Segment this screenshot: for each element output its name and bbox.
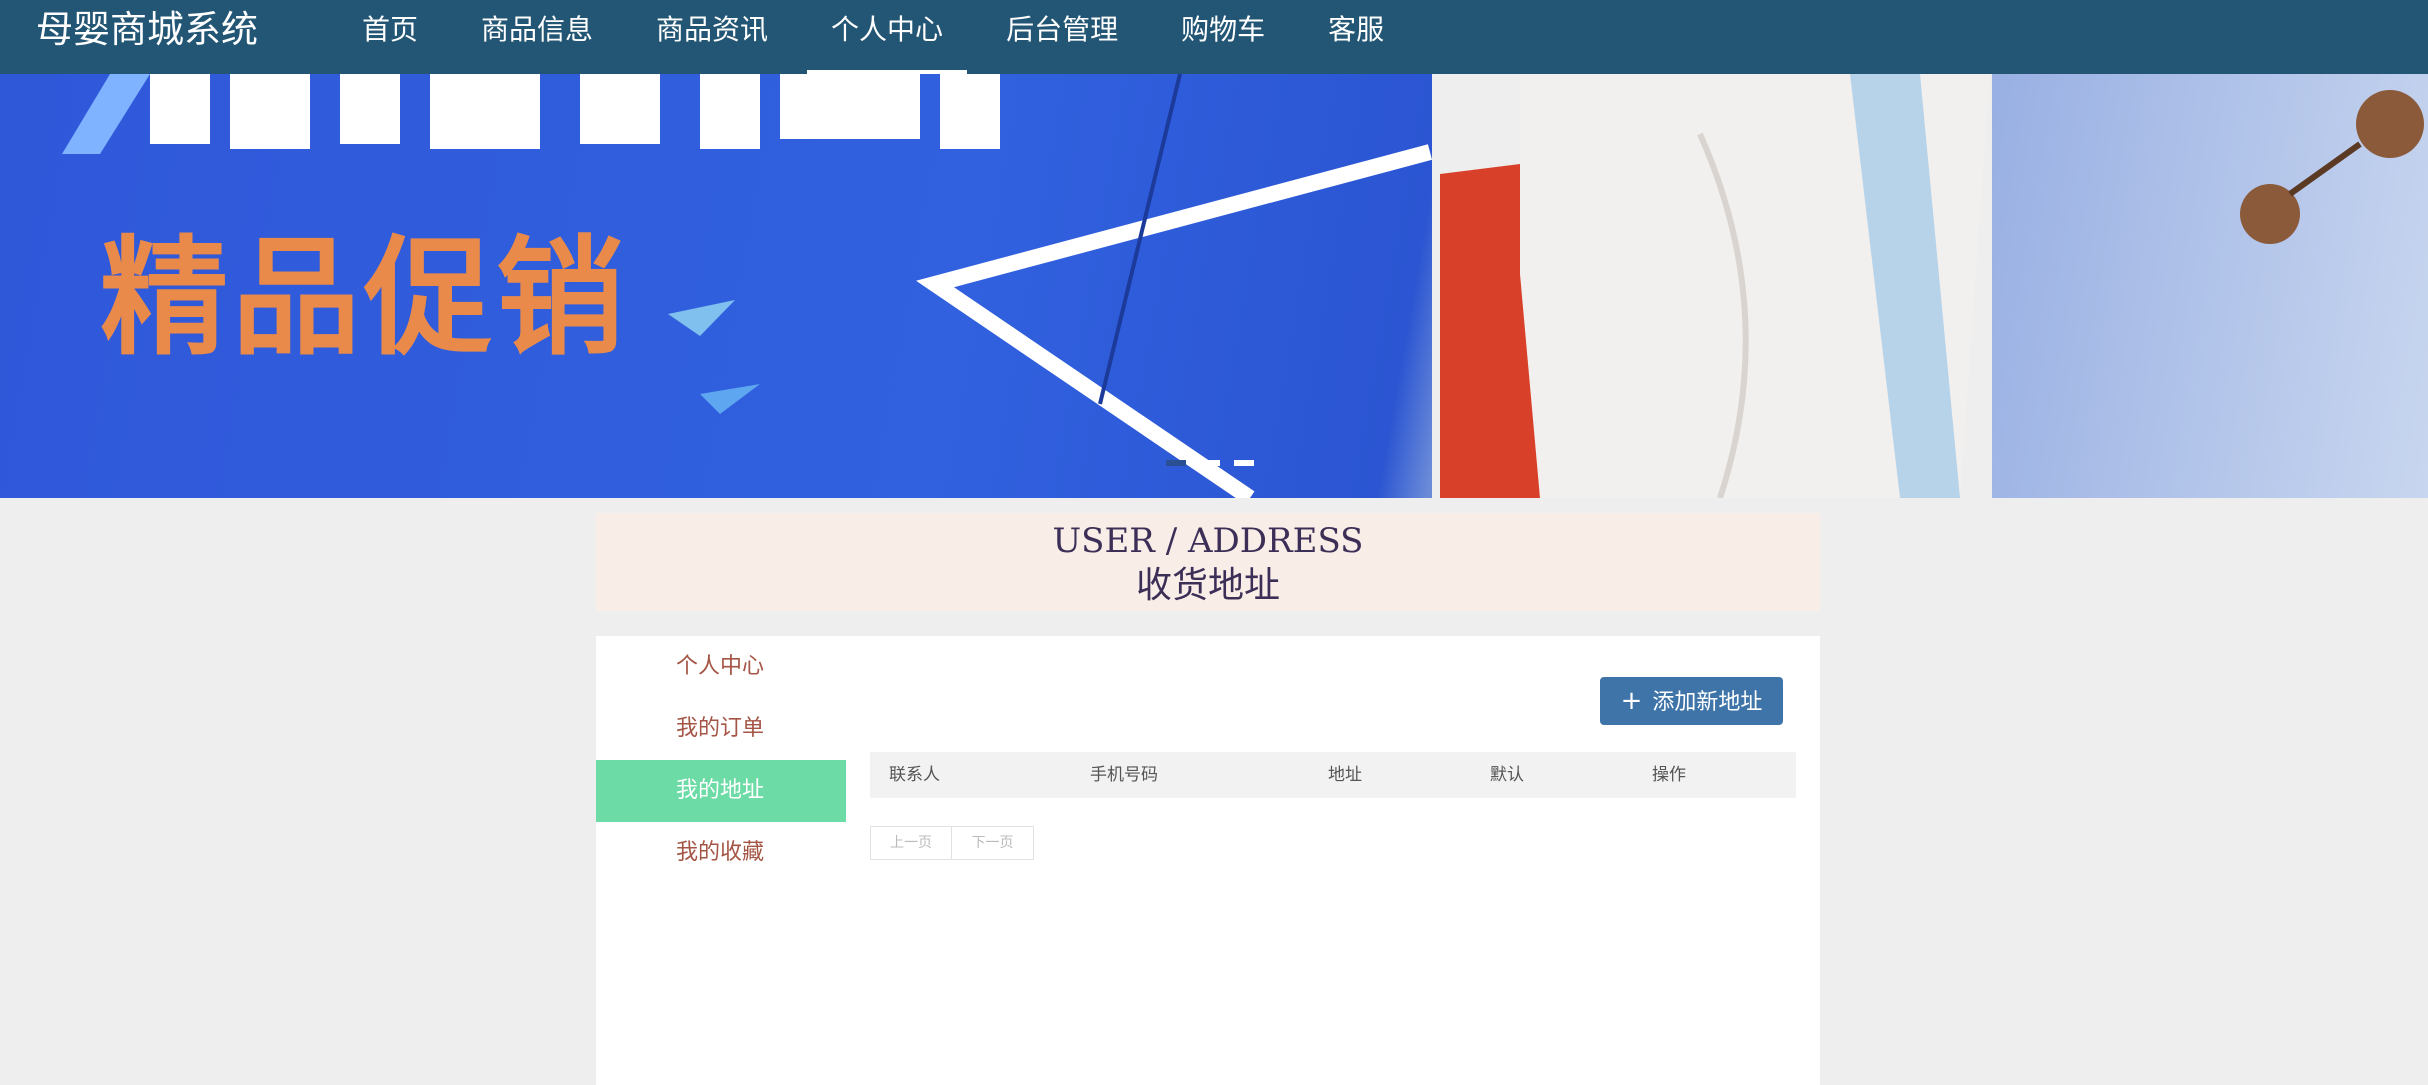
nav-item-products[interactable]: 商品信息 (457, 0, 617, 74)
address-table-header: 联系人 手机号码 地址 默认 操作 (870, 752, 1796, 798)
next-page-button[interactable]: 下一页 (952, 826, 1034, 860)
carousel-indicators (1166, 460, 1268, 466)
user-sidebar: 个人中心 我的订单 我的地址 我的收藏 (596, 636, 846, 884)
sidebar-item-orders[interactable]: 我的订单 (596, 698, 846, 760)
top-navigation-bar: 母婴商城系统 首页 商品信息 商品资讯 个人中心 后台管理 购物车 客服 (0, 0, 2428, 74)
content-card: 个人中心 我的订单 我的地址 我的收藏 + 添加新地址 联系人 手机号码 地址 默… (596, 636, 1820, 1085)
page-title-en: USER / ADDRESS (1052, 521, 1364, 561)
nav-item-user-center[interactable]: 个人中心 (807, 0, 968, 74)
column-header-address: 地址 (1328, 765, 1362, 785)
main-nav: 首页 商品信息 商品资讯 个人中心 后台管理 购物车 客服 (338, 0, 1423, 74)
prev-page-button[interactable]: 上一页 (870, 826, 952, 860)
sidebar-item-addresses[interactable]: 我的地址 (596, 760, 846, 822)
nav-item-customer-service[interactable]: 客服 (1304, 0, 1408, 74)
nav-item-admin[interactable]: 后台管理 (982, 0, 1142, 74)
page-title-cn: 收货地址 (1135, 565, 1280, 606)
sidebar-item-favorites[interactable]: 我的收藏 (596, 822, 846, 884)
carousel-dot[interactable] (1200, 460, 1220, 466)
column-header-default: 默认 (1490, 765, 1524, 785)
add-address-button[interactable]: + 添加新地址 (1600, 677, 1783, 725)
banner-promo-text: 精品促销 (100, 224, 629, 373)
column-header-contact: 联系人 (889, 765, 940, 785)
carousel-dot[interactable] (1166, 460, 1186, 466)
nav-item-cart[interactable]: 购物车 (1157, 0, 1289, 74)
page-title-panel: USER / ADDRESS 收货地址 (596, 513, 1820, 611)
sidebar-item-user-center[interactable]: 个人中心 (596, 636, 846, 698)
add-address-label: 添加新地址 (1652, 690, 1763, 715)
column-header-phone: 手机号码 (1090, 765, 1158, 785)
pagination: 上一页 下一页 (870, 826, 1034, 860)
nav-item-news[interactable]: 商品资讯 (632, 0, 792, 74)
carousel-dot[interactable] (1234, 460, 1254, 466)
banner-carousel[interactable]: 精品促销 (0, 74, 2428, 498)
site-brand[interactable]: 母婴商城系统 (36, 7, 258, 53)
plus-icon: + (1620, 686, 1643, 716)
column-header-actions: 操作 (1652, 765, 1686, 785)
nav-item-home[interactable]: 首页 (338, 0, 442, 74)
